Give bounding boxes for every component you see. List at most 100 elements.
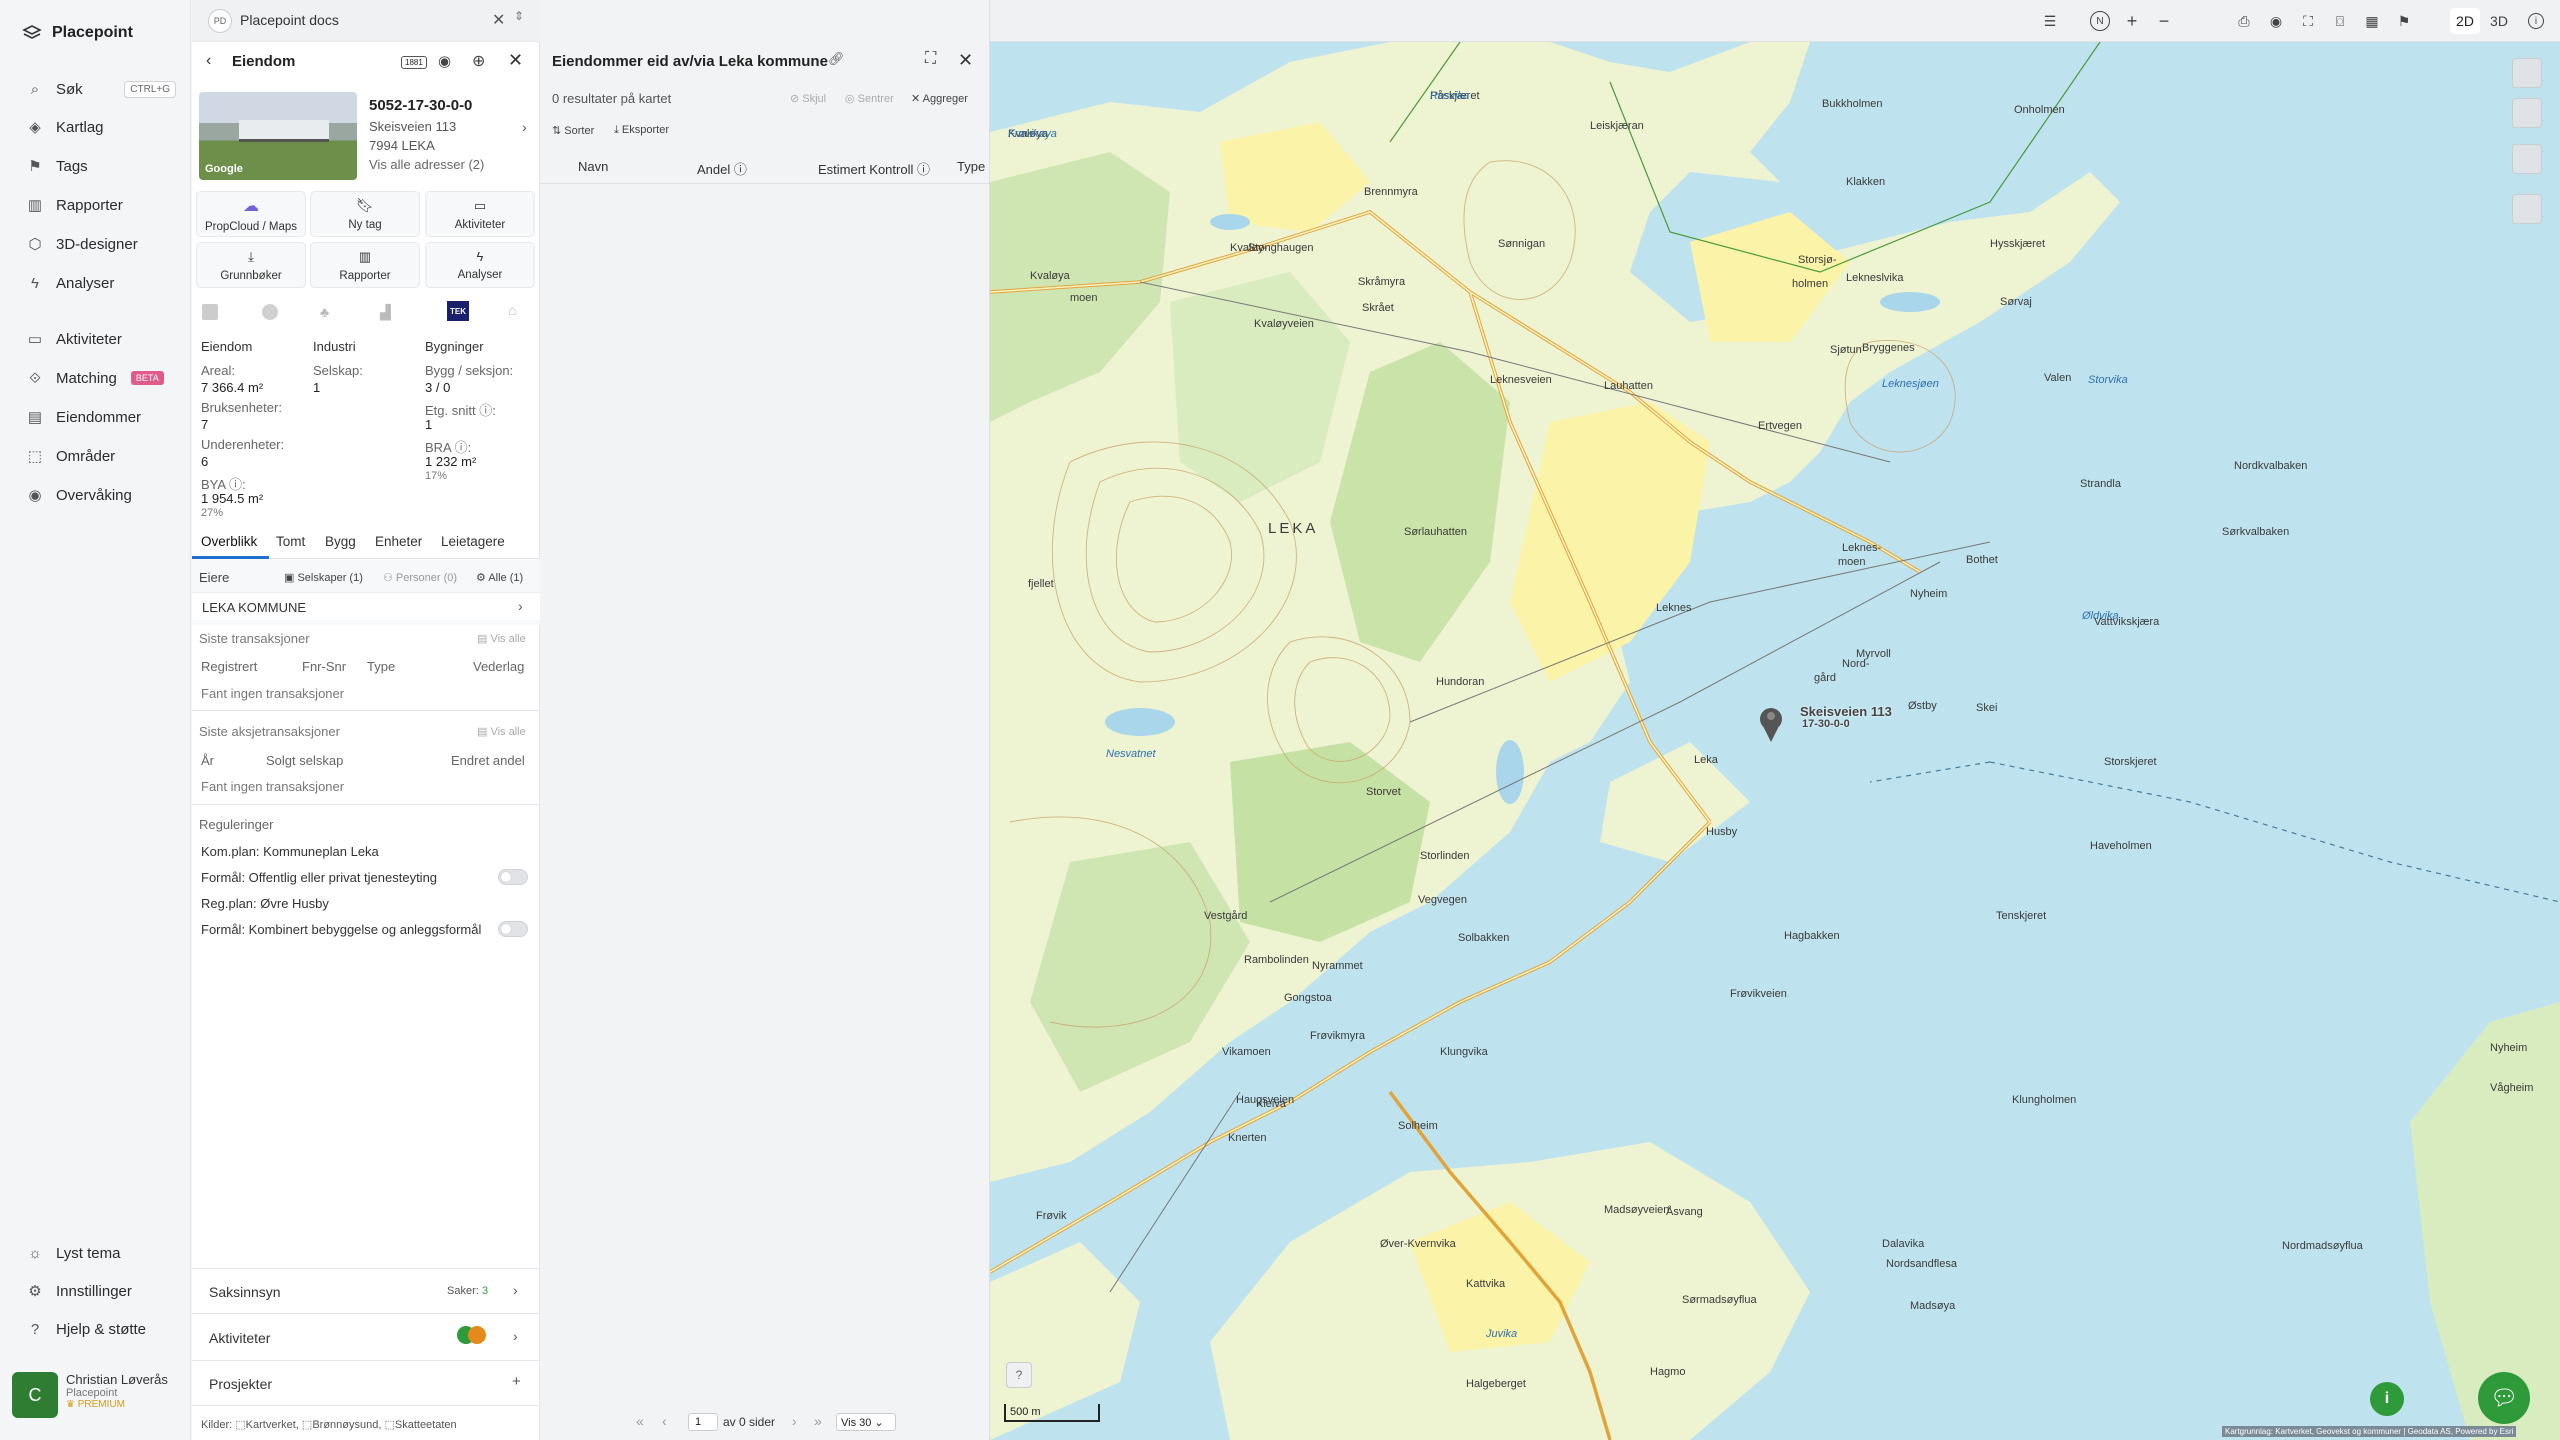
analyses-button[interactable]: ϟ Analyser: [425, 242, 535, 288]
map-view[interactable]: Påskjæret Kvaløya Bukkholmen Onholmen Kvaløy…: [990, 42, 2560, 1440]
grid-icon[interactable]: ▦: [2362, 11, 2382, 31]
map-chart-control[interactable]: [2512, 144, 2542, 174]
sidebar-item-rapporter[interactable]: ▥ Rapporter: [0, 188, 190, 222]
info-fab-button[interactable]: i: [2370, 1382, 2404, 1416]
sidebar-item-matching[interactable]: ⟐ Matching BETA: [0, 361, 190, 395]
property-marker[interactable]: [1760, 708, 1782, 742]
last-page-icon[interactable]: »: [814, 1413, 822, 1429]
filter-persons[interactable]: ⚇ Personer (0): [383, 571, 457, 584]
link-icon[interactable]: 🔗︎: [828, 51, 845, 67]
camera-icon[interactable]: ⌼: [2330, 11, 2350, 31]
mode-2d-button[interactable]: 2D: [2450, 8, 2480, 34]
source-link[interactable]: ⬚Kartverket,: [235, 1419, 299, 1431]
share-transactions-show-all[interactable]: ▤ Vis alle: [477, 725, 526, 738]
doc-title[interactable]: Placepoint docs: [240, 12, 339, 28]
regulation-toggle[interactable]: [498, 869, 528, 885]
new-tag-button[interactable]: 🔖︎ Ny tag: [310, 191, 420, 237]
visibility-icon[interactable]: ◉: [2266, 11, 2286, 31]
hide-button[interactable]: ⊘ Skjul: [790, 92, 826, 105]
sidebar-item-lyst-tema[interactable]: ☼ Lyst tema: [0, 1236, 190, 1270]
first-page-icon[interactable]: «: [636, 1413, 644, 1429]
tab-bygg[interactable]: Bygg: [325, 534, 356, 549]
sidebar-item-innstillinger[interactable]: ⚙ Innstillinger: [0, 1274, 190, 1308]
sidebar-item-analyser[interactable]: ϟ Analyser: [0, 266, 190, 300]
next-page-icon[interactable]: ›: [792, 1413, 797, 1429]
expand-icon[interactable]: ⛶: [925, 50, 936, 68]
mode-3d-button[interactable]: 3D: [2484, 8, 2514, 34]
source-d-icon[interactable]: ▟: [380, 304, 391, 321]
compass-icon[interactable]: N: [2090, 11, 2110, 31]
map-draw-control[interactable]: [2512, 98, 2542, 128]
close-icon[interactable]: ✕: [492, 10, 505, 30]
map-measure-control[interactable]: [2512, 194, 2542, 224]
marker-label[interactable]: Skeisveien 113: [1800, 704, 1892, 719]
per-page-select[interactable]: Vis 30 ⌄: [836, 1413, 896, 1431]
page-input[interactable]: 1: [688, 1413, 718, 1431]
target-icon[interactable]: ⊕: [472, 51, 485, 71]
regulation-item[interactable]: Kom.plan: Kommuneplan Leka: [201, 844, 379, 859]
propcloud-button[interactable]: ☁ PropCloud / Maps: [196, 191, 306, 237]
col-name[interactable]: Navn: [578, 159, 608, 174]
projects-row[interactable]: Prosjekter +: [192, 1361, 540, 1405]
aggregate-button[interactable]: ✕ Aggreger: [911, 92, 968, 105]
print-icon[interactable]: ⎙: [2234, 11, 2254, 31]
sidebar-item-kartlag[interactable]: ◈ Kartlag: [0, 110, 190, 144]
col-control[interactable]: Estimert Kontroll ⓘ: [818, 159, 930, 178]
source-link[interactable]: ⬚Brønnøysund,: [302, 1419, 382, 1431]
prev-page-icon[interactable]: ‹: [662, 1413, 667, 1429]
close-panel-icon[interactable]: ✕: [508, 50, 523, 71]
sort-button[interactable]: ⇅ Sorter: [552, 124, 594, 137]
all-addresses-link[interactable]: Vis alle adresser (2): [369, 157, 484, 172]
activities-row[interactable]: Aktiviteter ›: [192, 1314, 540, 1360]
center-button[interactable]: ◎ Sentrer: [845, 92, 894, 105]
sidebar-item-eiendommer[interactable]: ▤ Eiendommer: [0, 400, 190, 434]
col-share[interactable]: Andel ⓘ: [697, 159, 747, 178]
tek-badge[interactable]: TEK: [447, 301, 469, 321]
source-c-icon[interactable]: ♣: [320, 304, 329, 320]
source-a-icon[interactable]: [202, 304, 218, 320]
tab-enheter[interactable]: Enheter: [375, 534, 422, 549]
close-results-icon[interactable]: ✕: [958, 50, 973, 71]
sidebar-item-3d-designer[interactable]: ⬡ 3D-designer: [0, 227, 190, 261]
tab-overblikk[interactable]: Overblikk: [201, 534, 257, 549]
reports-button[interactable]: ▥ Rapporter: [310, 242, 420, 288]
zoom-in-icon[interactable]: +: [2122, 11, 2142, 31]
export-button[interactable]: ⤓ Eksporter: [614, 124, 669, 137]
property-photo[interactable]: Google: [199, 92, 357, 180]
zoom-out-icon[interactable]: −: [2154, 11, 2174, 31]
sidebar-item-tags[interactable]: ⚑ Tags: [0, 149, 190, 183]
tab-leietagere[interactable]: Leietagere: [441, 534, 505, 549]
add-project-button[interactable]: +: [512, 1373, 521, 1390]
map-layer-control[interactable]: [2512, 58, 2542, 88]
owner-row[interactable]: LEKA KOMMUNE ›: [192, 592, 540, 620]
source-1881-icon[interactable]: 1881: [401, 56, 427, 69]
land-registry-button[interactable]: ⤓ Grunnbøker: [196, 242, 306, 288]
source-link[interactable]: ⬚Skatteetaten: [384, 1419, 456, 1431]
transactions-show-all[interactable]: ▤ Vis alle: [477, 632, 526, 645]
info-icon[interactable]: i: [2528, 13, 2544, 29]
sidebar-item-søk[interactable]: ⌕ Søk CTRL+G: [0, 72, 190, 106]
layers-stack-icon[interactable]: ☰: [2040, 11, 2060, 31]
fullscreen-icon[interactable]: ⛶: [2298, 11, 2318, 31]
bookmark-icon[interactable]: ⚑: [2394, 11, 2414, 31]
source-b-icon[interactable]: [262, 304, 278, 320]
col-type[interactable]: Type: [957, 159, 985, 174]
source-f-icon[interactable]: ⌂: [508, 302, 516, 318]
regulation-item[interactable]: Reg.plan: Øvre Husby: [201, 896, 329, 911]
sidebar-item-områder[interactable]: ⬚ Områder: [0, 439, 190, 473]
sort-arrows-icon[interactable]: ⇕: [514, 9, 524, 23]
tab-tomt[interactable]: Tomt: [276, 534, 305, 549]
activities-button[interactable]: ▭ Aktiviteter: [425, 191, 535, 237]
filter-companies[interactable]: ▣ Selskaper (1): [284, 571, 363, 584]
regulation-toggle[interactable]: [498, 921, 528, 937]
brand[interactable]: Placepoint: [22, 20, 133, 46]
chat-support-button[interactable]: 💬︎: [2478, 1372, 2530, 1424]
chevron-right-icon[interactable]: ›: [522, 119, 527, 135]
sidebar-item-hjelp-støtte[interactable]: ? Hjelp & støtte: [0, 1312, 190, 1346]
user-card[interactable]: C Christian Løverås Placepoint ♛ PREMIUM: [12, 1372, 182, 1422]
eye-icon[interactable]: ◉: [438, 52, 451, 70]
saksinnsyn-row[interactable]: Saksinnsyn Saker: 3 ›: [192, 1269, 540, 1313]
sidebar-item-aktiviteter[interactable]: ▭ Aktiviteter: [0, 322, 190, 356]
filter-all[interactable]: ⚙ Alle (1): [476, 571, 523, 584]
help-icon[interactable]: ?: [1006, 1362, 1032, 1388]
